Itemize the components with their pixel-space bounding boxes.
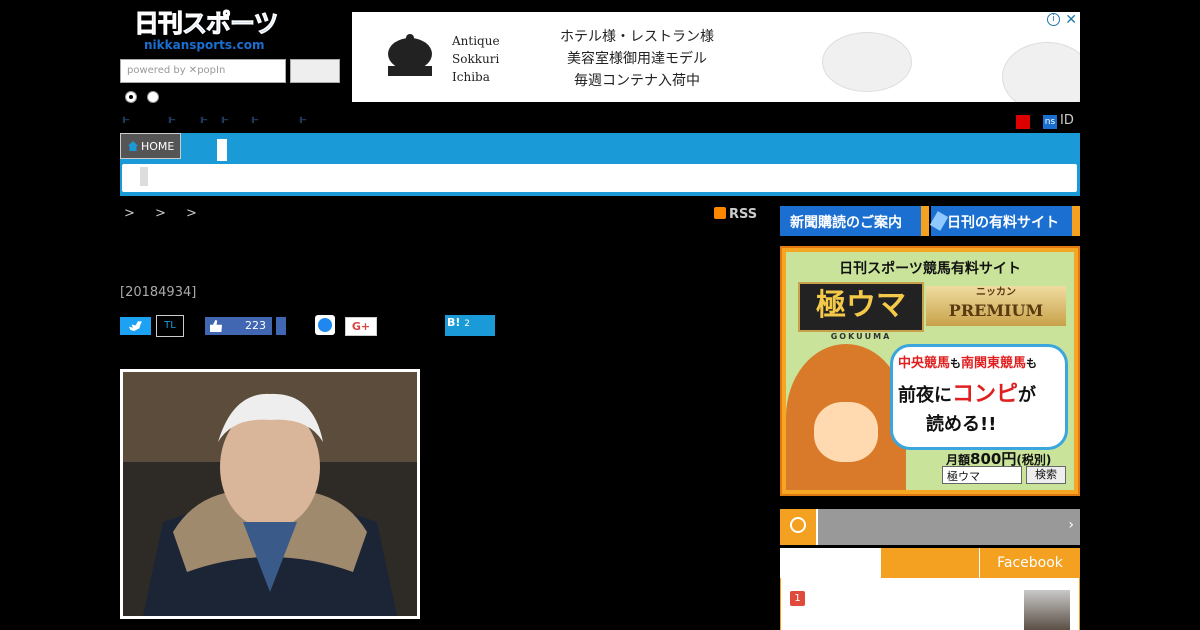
nav-mini-link-5[interactable]: ⊩ [251,116,259,126]
ad-close-icon[interactable]: ✕ [1065,12,1077,28]
gokuuma-logo: 極ウマ [798,282,924,332]
arrow-right-icon [921,206,929,236]
article-photo[interactable] [120,369,420,619]
ranking-header[interactable]: › [780,509,1080,545]
google-plus-button[interactable]: G+ [345,317,377,336]
ad-copy: ホテル様・レストラン様 美容室様御用達モデル 毎週コンテナ入荷中 [560,29,714,89]
hatena-label: B! [447,316,461,329]
hatena-bookmark-button[interactable]: B! 2 [445,315,495,336]
tab-home-label: HOME [141,140,175,153]
arrow-right-icon-2 [1072,206,1080,236]
rss-link[interactable]: RSS [714,207,757,222]
subscription-guide-label: 新聞購読のご案内 [790,215,902,231]
thumbs-up-icon [210,320,222,332]
ns-icon[interactable]: ns [1043,115,1057,129]
gokuuma-banner[interactable]: 日刊スポーツ競馬有料サイト 極ウマ GOKUUMA ニッカン PREMIUM 中… [780,246,1080,496]
ad-banner[interactable]: Antique Sokkuri Ichiba ホテル様・レストラン様 美容室様御… [352,12,1080,102]
nav-mini-link-3[interactable]: ⊩ [200,116,208,126]
paid-site-label: 日刊の有料サイト [947,215,1059,231]
pen-icon [929,211,949,231]
twitter-icon [129,321,142,331]
banner-background: 日刊スポーツ競馬有料サイト 極ウマ GOKUUMA ニッカン PREMIUM 中… [786,252,1074,490]
id-link[interactable]: ID [1060,113,1074,128]
search-scope-radio-web[interactable] [147,91,159,103]
facebook-like-button[interactable]: 223 [205,317,272,335]
rss-icon [714,207,726,219]
subscription-guide-button[interactable]: 新聞購読のご案内 [780,206,929,236]
banner-search-button[interactable]: 検索 [1026,466,1066,484]
ad-product-image-2 [1002,42,1080,102]
mascot-face-image [814,402,878,462]
hatena-count: 2 [464,319,470,329]
chevron-right-icon: › [1068,517,1074,533]
messenger-icon [318,318,332,332]
logo-en-text: nikkansports.com [144,38,265,52]
crown-icon [388,34,432,76]
gokuuma-logo-sub: GOKUUMA [830,332,892,341]
paid-site-button[interactable]: 日刊の有料サイト [929,206,1080,236]
messenger-share-button[interactable] [315,315,335,335]
search-scope-radio-site[interactable] [125,91,137,103]
logo-jp-text: 日刊スポーツ [134,9,280,38]
nav-mini-link-1[interactable]: ⊩ [122,116,130,126]
tab-home[interactable]: HOME [120,133,181,159]
rank-badge: 1 [790,591,805,606]
search-button[interactable] [290,59,340,83]
home-icon [128,141,138,151]
breadcrumb: > > > [124,206,205,221]
rss-label: RSS [729,207,758,222]
article-date: [20184934] [120,285,197,300]
ad-info-icon[interactable]: i [1047,13,1060,26]
nav-mini-link-4[interactable]: ⊩ [221,116,229,126]
coach-photo-image [123,372,417,616]
sub-nav-item[interactable] [140,167,148,186]
nav-mini-link-2[interactable]: ⊩ [168,116,176,126]
search-input[interactable]: powered by ✕popIn [120,59,286,83]
sub-nav [122,164,1077,192]
twitter-timeline-button[interactable]: TL [156,315,184,337]
tab-active-indicator[interactable] [217,139,227,161]
facebook-like-count: 223 [245,319,266,332]
ad-product-image [822,32,912,92]
search-placeholder: powered by ✕popIn [127,65,226,76]
ranking-tabs: Facebook [780,548,1080,578]
facebook-share-button[interactable] [276,317,286,335]
twitter-share-button[interactable] [120,317,151,335]
nav-mini-link-6[interactable]: ⊩ [299,116,307,126]
banner-title: 日刊スポーツ競馬有料サイト [839,261,1021,277]
site-logo[interactable]: 日刊スポーツ nikkansports.com [134,9,286,56]
medal-icon [780,509,818,545]
ranking-tab-2[interactable] [881,548,979,578]
red-square-icon[interactable] [1016,115,1030,129]
premium-badge: ニッカン PREMIUM [926,286,1066,326]
banner-line-1: 中央競馬も南関東競馬も [898,356,1038,371]
ad-brand: Antique Sokkuri Ichiba [452,34,500,84]
banner-line-3: 読める!! [926,414,997,435]
banner-search-input[interactable]: 極ウマ [942,466,1022,484]
banner-line-2: 前夜にコンピが [898,382,1037,407]
ranking-thumbnail[interactable] [1024,590,1070,630]
ranking-tab-facebook[interactable]: Facebook [980,548,1080,578]
